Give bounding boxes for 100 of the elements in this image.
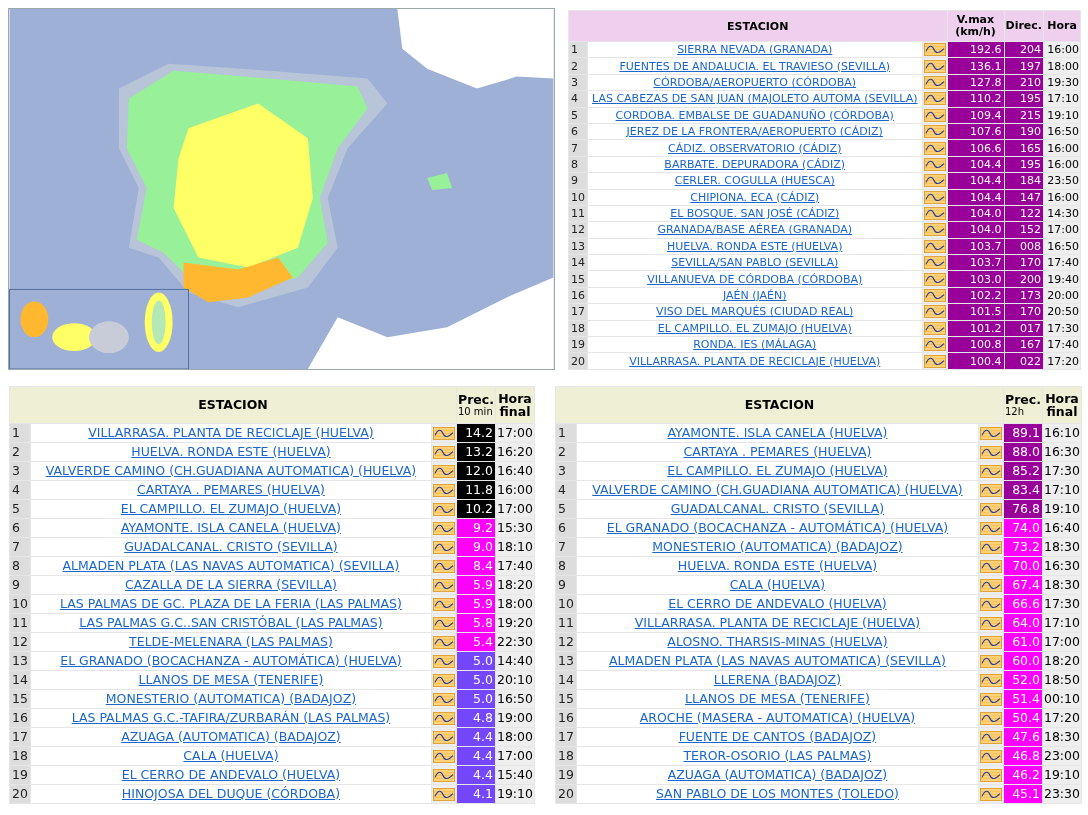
direction-cell: 152 xyxy=(1004,222,1043,238)
time-cell: 16:40 xyxy=(495,462,534,480)
value-cell: 61.0 xyxy=(1003,633,1042,651)
chart-icon[interactable] xyxy=(923,223,946,237)
time-cell: 16:00 xyxy=(495,481,534,499)
chart-icon[interactable] xyxy=(923,59,946,73)
chart-icon[interactable] xyxy=(432,787,455,801)
chart-icon[interactable] xyxy=(923,239,946,253)
chart-icon[interactable] xyxy=(979,502,1002,516)
time-cell: 18:20 xyxy=(495,576,534,594)
chart-icon[interactable] xyxy=(923,190,946,204)
chart-icon[interactable] xyxy=(432,426,455,440)
time-cell: 17:10 xyxy=(1042,614,1081,632)
value-cell: 101.2 xyxy=(947,320,1004,337)
chart-icon[interactable] xyxy=(979,711,1002,725)
time-cell: 18:00 xyxy=(1044,58,1080,74)
chart-icon[interactable] xyxy=(979,559,1002,573)
time-cell: 18:30 xyxy=(1042,576,1081,594)
value-cell: 104.4 xyxy=(947,173,1004,189)
column-header: Hora xyxy=(1044,11,1080,41)
value-cell: 88.0 xyxy=(1003,443,1042,461)
chart-icon[interactable] xyxy=(923,272,946,286)
chart-icon[interactable] xyxy=(923,321,946,335)
row-number: 20 xyxy=(556,785,576,803)
chart-icon[interactable] xyxy=(432,540,455,554)
chart-icon[interactable] xyxy=(979,654,1002,668)
row-number: 19 xyxy=(10,766,30,784)
time-cell: 18:30 xyxy=(1042,728,1081,746)
value-cell: 127.8 xyxy=(947,74,1004,91)
row-number: 18 xyxy=(569,320,587,337)
chart-icon[interactable] xyxy=(979,521,1002,535)
chart-icon[interactable] xyxy=(979,730,1002,744)
chart-icon[interactable] xyxy=(432,502,455,516)
column-header: Prec. 12h xyxy=(1003,387,1042,423)
chart-icon[interactable] xyxy=(923,207,946,221)
chart-icon[interactable] xyxy=(979,616,1002,630)
chart-icon[interactable] xyxy=(432,730,455,744)
chart-icon[interactable] xyxy=(432,711,455,725)
time-cell: 17:00 xyxy=(495,500,534,518)
chart-icon[interactable] xyxy=(923,125,946,139)
chart-icon[interactable] xyxy=(432,597,455,611)
chart-icon[interactable] xyxy=(979,635,1002,649)
chart-icon[interactable] xyxy=(923,141,946,155)
time-cell: 22:30 xyxy=(495,633,534,651)
chart-icon[interactable] xyxy=(979,749,1002,763)
chart-icon[interactable] xyxy=(432,521,455,535)
chart-icon[interactable] xyxy=(979,464,1002,478)
chart-icon[interactable] xyxy=(923,75,946,89)
chart-icon[interactable] xyxy=(923,92,946,106)
chart-icon[interactable] xyxy=(979,597,1002,611)
chart-icon[interactable] xyxy=(923,43,946,57)
chart-icon[interactable] xyxy=(923,289,946,303)
chart-icon[interactable] xyxy=(432,635,455,649)
chart-icon[interactable] xyxy=(923,157,946,171)
chart-icon[interactable] xyxy=(979,692,1002,706)
chart-icon[interactable] xyxy=(432,749,455,763)
time-cell: 19:40 xyxy=(1044,271,1080,287)
chart-icon[interactable] xyxy=(923,305,946,319)
row-number: 17 xyxy=(569,304,587,320)
value-cell: 5.9 xyxy=(456,576,495,594)
time-cell: 16:00 xyxy=(1044,42,1080,58)
chart-icon[interactable] xyxy=(979,445,1002,459)
row-number: 6 xyxy=(556,519,576,537)
value-cell: 104.4 xyxy=(947,156,1004,173)
chart-icon[interactable] xyxy=(979,483,1002,497)
value-cell: 46.8 xyxy=(1003,747,1042,765)
direction-cell: 173 xyxy=(1004,287,1043,304)
chart-icon[interactable] xyxy=(432,445,455,459)
chart-icon[interactable] xyxy=(979,787,1002,801)
chart-icon[interactable] xyxy=(979,426,1002,440)
chart-icon[interactable] xyxy=(979,578,1002,592)
chart-icon[interactable] xyxy=(979,673,1002,687)
time-cell: 19:30 xyxy=(1044,74,1080,91)
station-link[interactable]: JAÉN (JAÉN) xyxy=(722,289,787,303)
time-cell: 16:00 xyxy=(1044,140,1080,156)
chart-icon[interactable] xyxy=(923,174,946,188)
chart-icon[interactable] xyxy=(979,540,1002,554)
chart-icon[interactable] xyxy=(432,768,455,782)
time-cell: 14:40 xyxy=(495,652,534,670)
value-cell: 109.4 xyxy=(947,107,1004,123)
time-cell: 19:10 xyxy=(495,785,534,803)
chart-icon[interactable] xyxy=(432,559,455,573)
chart-icon[interactable] xyxy=(923,338,946,352)
row-number: 3 xyxy=(569,74,587,91)
chart-icon[interactable] xyxy=(432,483,455,497)
time-cell: 16:30 xyxy=(1042,557,1081,575)
value-cell: 50.4 xyxy=(1003,709,1042,727)
chart-icon[interactable] xyxy=(432,464,455,478)
direction-cell: 204 xyxy=(1004,42,1043,58)
chart-icon[interactable] xyxy=(432,673,455,687)
time-cell: 16:50 xyxy=(495,690,534,708)
chart-icon[interactable] xyxy=(432,578,455,592)
chart-icon[interactable] xyxy=(923,256,946,270)
value-cell: 106.6 xyxy=(947,140,1004,156)
chart-icon[interactable] xyxy=(432,616,455,630)
chart-icon[interactable] xyxy=(923,354,946,368)
chart-icon[interactable] xyxy=(432,692,455,706)
chart-icon[interactable] xyxy=(432,654,455,668)
chart-icon[interactable] xyxy=(923,108,946,122)
chart-icon[interactable] xyxy=(979,768,1002,782)
